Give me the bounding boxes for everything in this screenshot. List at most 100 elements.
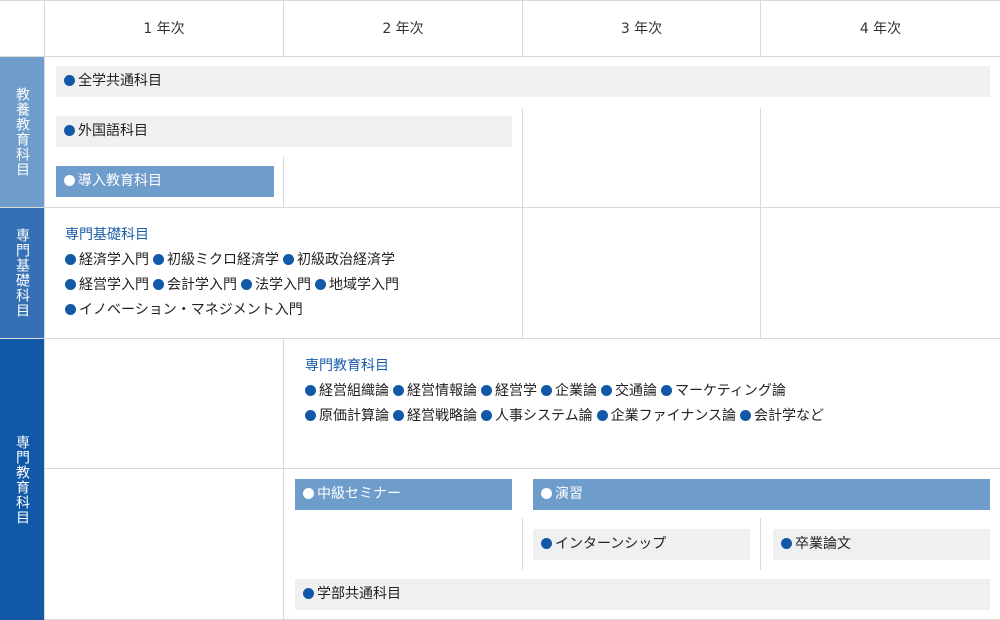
course-label: 会計学入門	[167, 277, 237, 293]
grid-line	[0, 207, 1000, 208]
box-gakubu: 学部共通科目	[295, 579, 990, 610]
course-item: 経営情報論	[393, 383, 477, 399]
course-label: 初級政治経済学	[297, 252, 395, 268]
course-item: マーケティング論	[661, 383, 786, 399]
course-item: 初級ミクロ経済学	[153, 252, 279, 268]
course-item: 経営戦略論	[393, 408, 477, 424]
year-2-header: 2 年次	[382, 21, 424, 37]
bullet-icon	[65, 254, 76, 265]
box-gaikokugo: 外国語科目	[56, 116, 512, 147]
bullet-icon	[541, 538, 552, 549]
category-senmon-label: 専門教育科目	[14, 434, 30, 525]
course-label: 経営戦略論	[407, 408, 477, 424]
bullet-icon	[541, 488, 552, 499]
bullet-icon	[781, 538, 792, 549]
course-label: 経営学	[495, 383, 537, 399]
course-label: 交通論	[615, 383, 657, 399]
box-intern-label: インターンシップ	[555, 536, 667, 552]
course-label: マーケティング論	[675, 383, 786, 399]
bullet-icon	[241, 279, 252, 290]
bullet-icon	[601, 385, 612, 396]
course-label: 地域学入門	[329, 277, 399, 293]
kiso-title: 専門基礎科目	[65, 227, 149, 243]
kiso-rows: 経済学入門 初級ミクロ経済学 初級政治経済学 経営学入門 会計学入門 法学入門 地域学入門イ…	[65, 248, 403, 323]
bullet-icon	[153, 254, 164, 265]
senmon-block: 専門教育科目 経営組織論 経営情報論 経営学 企業論 交通論 マーケティング論 原価計算論経…	[305, 354, 828, 429]
course-item: 企業論	[541, 383, 597, 399]
course-row: イノベーション・マネジメント入門	[65, 298, 403, 323]
box-zengaku: 全学共通科目	[56, 66, 990, 97]
bullet-icon	[393, 385, 404, 396]
course-item: 法学入門	[241, 277, 311, 293]
category-senmon-kiso: 専門基礎科目	[0, 208, 44, 338]
box-intern: インターンシップ	[533, 529, 750, 560]
bullet-icon	[303, 488, 314, 499]
course-item: 地域学入門	[315, 277, 399, 293]
grid-line	[0, 338, 1000, 339]
category-senmon: 専門教育科目	[0, 339, 44, 620]
bullet-icon	[305, 385, 316, 396]
bullet-icon	[305, 410, 316, 421]
bullet-icon	[65, 279, 76, 290]
course-label: イノベーション・マネジメント入門	[79, 302, 303, 318]
course-label: 経営情報論	[407, 383, 477, 399]
course-item: 交通論	[601, 383, 657, 399]
course-item: イノベーション・マネジメント入門	[65, 302, 303, 318]
course-item: 企業ファイナンス論	[596, 408, 736, 424]
course-item: 経営組織論	[305, 383, 389, 399]
course-item: 人事システム論	[481, 408, 593, 424]
grid-line	[760, 518, 761, 570]
bullet-icon	[64, 175, 75, 186]
course-item: 会計学入門	[153, 277, 237, 293]
course-row: 原価計算論 経営戦略論 人事システム論 企業ファイナンス論 会計学など	[305, 404, 828, 429]
bullet-icon	[740, 410, 752, 421]
bullet-icon	[315, 279, 326, 290]
course-item: 初級政治経済学	[283, 252, 395, 268]
grid-line	[522, 108, 523, 338]
category-kyoyo: 教養教育科目	[0, 57, 44, 207]
box-chukyu-label: 中級セミナー	[317, 486, 401, 502]
course-item: 原価計算論	[305, 408, 389, 424]
senmon-rows: 経営組織論 経営情報論 経営学 企業論 交通論 マーケティング論原価計算論 経営戦略論 人事シ…	[305, 379, 828, 429]
course-label: 経営学入門	[79, 277, 149, 293]
box-enshu: 演習	[533, 479, 990, 510]
course-label: 企業論	[555, 383, 597, 399]
course-label: 会計学など	[754, 408, 825, 424]
grid-line	[44, 0, 45, 620]
senmon-title: 専門教育科目	[305, 358, 389, 374]
box-sotsugyo-label: 卒業論文	[795, 536, 851, 552]
bullet-icon	[661, 385, 672, 396]
category-kyoyo-label: 教養教育科目	[14, 87, 30, 177]
course-label: 法学入門	[255, 277, 311, 293]
grid-line	[760, 108, 761, 338]
year-4-header: 4 年次	[859, 21, 902, 37]
bullet-icon	[303, 588, 314, 599]
course-row: 経営組織論 経営情報論 経営学 企業論 交通論 マーケティング論	[305, 379, 828, 404]
bullet-icon	[481, 410, 492, 421]
bullet-icon	[393, 410, 404, 421]
box-donyu-label: 導入教育科目	[78, 173, 162, 189]
box-donyu: 導入教育科目	[56, 166, 274, 197]
course-item: 経営学入門	[65, 277, 149, 293]
bullet-icon	[283, 254, 294, 265]
bullet-icon	[65, 304, 76, 315]
box-gakubu-label: 学部共通科目	[317, 586, 401, 602]
course-item: 経営学	[481, 383, 537, 399]
category-senmon-kiso-label: 専門基礎科目	[14, 228, 30, 318]
bullet-icon	[153, 279, 164, 290]
course-row: 経営学入門 会計学入門 法学入門 地域学入門	[65, 273, 403, 298]
box-chukyu: 中級セミナー	[295, 479, 512, 510]
bullet-icon	[64, 125, 75, 136]
grid-line	[283, 338, 284, 620]
grid-line	[522, 518, 523, 570]
course-label: 経営組織論	[319, 383, 389, 399]
box-sotsugyo: 卒業論文	[773, 529, 990, 560]
grid-line	[0, 56, 1000, 57]
box-zengaku-label: 全学共通科目	[78, 73, 162, 89]
box-enshu-label: 演習	[555, 486, 583, 502]
grid-line	[44, 468, 1000, 469]
year-1-header: 1 年次	[143, 21, 185, 37]
course-label: 原価計算論	[319, 408, 389, 424]
bullet-icon	[596, 410, 608, 421]
curriculum-chart: 1 年次 2 年次 3 年次 4 年次 教養教育科目 専門基礎科目 専門教育科目…	[0, 0, 1000, 620]
